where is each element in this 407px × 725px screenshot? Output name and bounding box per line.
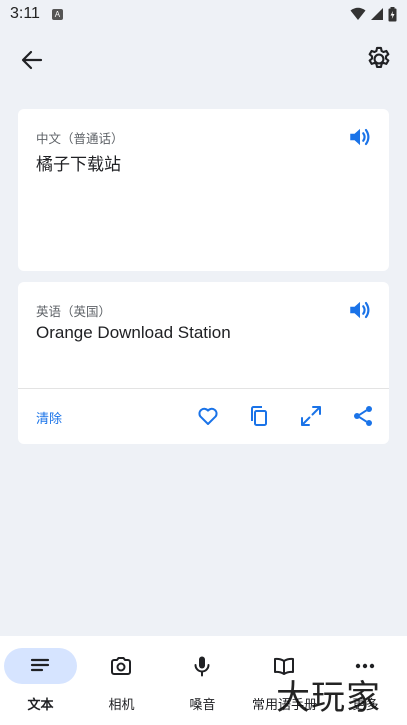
signal-icon [371, 8, 383, 20]
target-card: 英语（英国） Orange Download Station 清除 [18, 282, 389, 444]
app-bar [0, 36, 407, 82]
microphone-icon [194, 656, 210, 677]
target-language-label[interactable]: 英语（英国） [36, 301, 111, 320]
heart-icon[interactable] [196, 404, 220, 428]
battery-icon [388, 6, 397, 21]
source-card: 中文（普通话） 橘子下载站 [18, 109, 389, 271]
nav-tab-camera[interactable]: 相机 [81, 636, 162, 725]
source-language-label[interactable]: 中文（普通话） [36, 128, 124, 147]
status-bar: 3:11 A [0, 0, 407, 28]
camera-icon [111, 657, 131, 675]
fullscreen-icon[interactable] [299, 404, 323, 428]
nav-label: 文本 [27, 698, 54, 713]
translated-text[interactable]: Orange Download Station [36, 323, 231, 343]
watermark-logo: 大玩家 [276, 678, 381, 718]
source-text[interactable]: 橘子下载站 [36, 150, 121, 175]
speaker-icon[interactable] [347, 124, 373, 150]
share-icon[interactable] [351, 404, 375, 428]
clear-button[interactable]: 清除 [36, 408, 62, 427]
nav-tab-text[interactable]: 文本 [0, 636, 81, 725]
wifi-icon [350, 7, 366, 20]
status-time: 3:11 [10, 5, 40, 22]
gear-icon[interactable] [365, 45, 393, 73]
translation-actions: 清除 [18, 389, 389, 444]
back-arrow-icon[interactable] [18, 46, 46, 74]
nav-label: 相机 [108, 698, 135, 713]
nav-label: 嗓音 [189, 698, 216, 713]
copy-icon[interactable] [247, 404, 271, 428]
nav-tab-voice[interactable]: 嗓音 [162, 636, 243, 725]
speaker-icon[interactable] [347, 297, 373, 323]
notification-badge-icon: A [51, 8, 63, 20]
text-lines-icon [30, 658, 50, 672]
